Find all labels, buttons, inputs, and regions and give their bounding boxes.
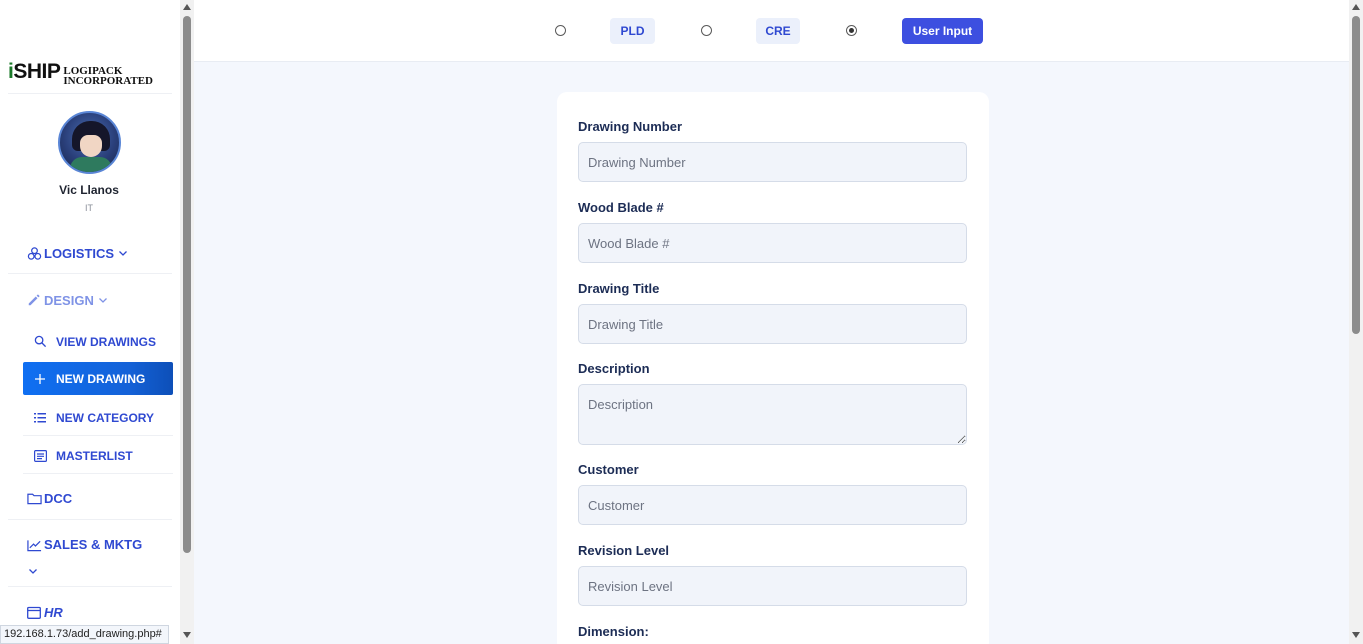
scroll-down-arrow-icon[interactable] [183, 632, 191, 638]
list-icon [33, 411, 47, 425]
sidebar-item-logistics[interactable]: LOGISTICS [8, 234, 172, 274]
logo-subtitle: LOGIPACK INCORPORATED [63, 65, 153, 87]
sidebar-label-dcc: DCC [44, 491, 73, 506]
mode-user-input-button[interactable]: User Input [902, 18, 983, 44]
mode-selector-bar: PLD CRE User Input [194, 0, 1349, 62]
customer-label: Customer [578, 462, 639, 477]
sidebar-label-design: DESIGN [44, 292, 94, 308]
sidebar-item-new-category[interactable]: NEW CATEGORY [23, 401, 173, 436]
search-icon [33, 335, 47, 349]
description-textarea[interactable] [578, 384, 967, 445]
folder-icon [26, 491, 42, 507]
radio-user-input[interactable] [846, 25, 857, 36]
sidebar-item-new-drawing[interactable]: NEW DRAWING [23, 362, 173, 395]
pencil-icon [26, 292, 42, 308]
chart-line-icon [26, 537, 42, 553]
sidebar-label-new-category: NEW CATEGORY [56, 411, 154, 425]
radio-pld[interactable] [555, 25, 566, 36]
sidebar-item-dcc[interactable]: DCC [8, 478, 172, 520]
sidebar-label-logistics: LOGISTICS [44, 246, 115, 261]
description-label: Description [578, 361, 650, 376]
radio-cre[interactable] [701, 25, 712, 36]
sidebar-label-masterlist: MASTERLIST [56, 449, 133, 463]
drawing-number-input[interactable] [578, 142, 967, 182]
sidebar-scrollbar[interactable] [180, 0, 194, 644]
mode-pld-button[interactable]: PLD [610, 18, 655, 44]
drawing-number-label: Drawing Number [578, 119, 683, 134]
page-scroll-thumb[interactable] [1352, 16, 1360, 334]
wood-blade-label: Wood Blade # [578, 200, 664, 215]
sidebar-item-hr[interactable]: HR [8, 596, 172, 628]
chevron-down-icon [98, 293, 108, 308]
wood-blade-input[interactable] [578, 223, 967, 263]
status-bar-url: 192.168.1.73/add_drawing.php# [0, 625, 169, 644]
sidebar-label-view-drawings: VIEW DRAWINGS [56, 334, 157, 349]
page-scrollbar[interactable] [1349, 0, 1363, 644]
sidebar-label-sales: SALES & MKTG [44, 537, 143, 552]
company-logo[interactable]: iSHIP LOGIPACK INCORPORATED [8, 60, 172, 94]
add-drawing-form: Drawing Number Wood Blade # Drawing Titl… [557, 92, 989, 644]
drawing-title-label: Drawing Title [578, 281, 660, 296]
scroll-down-arrow-icon[interactable] [1352, 632, 1360, 638]
drawing-title-input[interactable] [578, 304, 967, 344]
user-role: IT [85, 203, 93, 213]
scroll-up-arrow-icon[interactable] [183, 4, 191, 10]
sidebar-scroll-thumb[interactable] [183, 16, 191, 553]
user-name: Vic Llanos [59, 183, 119, 197]
list-alt-icon [33, 449, 47, 463]
sidebar-item-view-drawings[interactable]: VIEW DRAWINGS [23, 325, 173, 358]
revision-level-label: Revision Level [578, 543, 670, 558]
mode-cre-button[interactable]: CRE [756, 18, 800, 44]
sidebar-item-sales[interactable]: SALES & MKTG [8, 526, 172, 587]
logo-wordmark: iSHIP [8, 60, 61, 83]
calendar-icon [26, 604, 42, 620]
chevron-down-icon [118, 246, 128, 261]
chevron-down-icon [28, 564, 172, 579]
cubes-icon [26, 246, 42, 262]
sidebar: iSHIP LOGIPACK INCORPORATED Vic Llanos I… [0, 0, 180, 644]
avatar[interactable] [58, 111, 121, 174]
sidebar-item-design[interactable]: DESIGN [8, 280, 172, 320]
customer-input[interactable] [578, 485, 967, 525]
sidebar-label-new-drawing: NEW DRAWING [56, 371, 146, 386]
dimension-label: Dimension: [578, 624, 649, 639]
scroll-up-arrow-icon[interactable] [1352, 4, 1360, 10]
sidebar-label-hr: HR [44, 604, 63, 620]
revision-level-input[interactable] [578, 566, 967, 606]
sidebar-item-masterlist[interactable]: MASTERLIST [23, 439, 173, 474]
plus-icon [33, 372, 47, 386]
